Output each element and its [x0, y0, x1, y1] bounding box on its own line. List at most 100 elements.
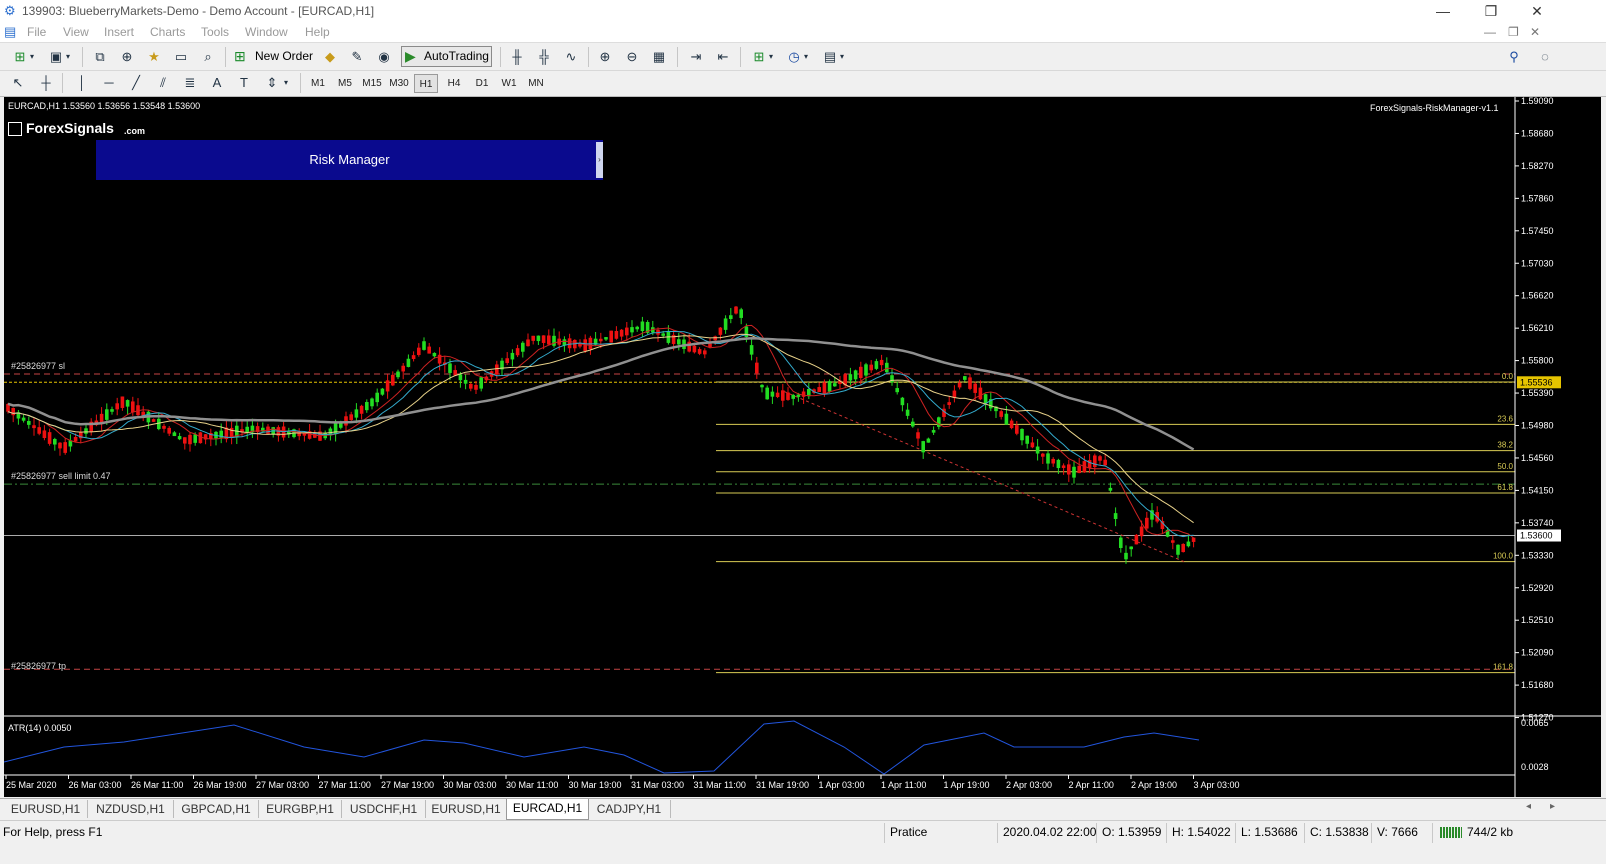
- new-chart-icon[interactable]: ⊞: [10, 47, 30, 66]
- cursor-icon[interactable]: ↖: [8, 73, 28, 92]
- gold-icon[interactable]: ◆: [320, 47, 340, 66]
- timeframe-w1[interactable]: W1: [497, 74, 521, 93]
- timeframe-m1[interactable]: M1: [306, 74, 330, 93]
- candlestick-icon[interactable]: ╬: [534, 47, 554, 66]
- inner-close-button[interactable]: ✕: [1530, 25, 1540, 39]
- fib-trendline: [783, 391, 1185, 563]
- separator: [677, 47, 678, 67]
- candle-body: [552, 335, 556, 346]
- periods-icon[interactable]: ◷: [784, 47, 804, 66]
- close-button[interactable]: ✕: [1514, 0, 1560, 22]
- candle-body: [11, 408, 15, 416]
- menu-tools[interactable]: Tools: [201, 25, 229, 39]
- new-order-button[interactable]: New Order: [255, 47, 313, 66]
- metaeditor-icon[interactable]: ✎: [347, 47, 367, 66]
- chevron-down-icon[interactable]: ▾: [769, 47, 773, 66]
- tab-usdchf-h1[interactable]: USDCHF,H1: [342, 800, 426, 818]
- candle-body: [131, 401, 135, 413]
- bar-chart-icon[interactable]: ╫: [507, 47, 527, 66]
- templates-icon[interactable]: ▤: [820, 47, 840, 66]
- tab-scroll-left-icon[interactable]: ◂: [1526, 801, 1531, 812]
- timeframe-m5[interactable]: M5: [333, 74, 357, 93]
- minimize-button[interactable]: —: [1420, 0, 1466, 22]
- timeframe-d1[interactable]: D1: [470, 74, 494, 93]
- chevron-down-icon[interactable]: ▾: [66, 47, 70, 66]
- menu-view[interactable]: View: [63, 25, 89, 39]
- market-watch-icon[interactable]: ⧉: [90, 47, 110, 66]
- menu-window[interactable]: Window: [245, 25, 288, 39]
- candle-body: [1067, 464, 1071, 475]
- tab-nzdusd-h1[interactable]: NZDUSD,H1: [88, 800, 174, 818]
- price-chart[interactable]: 0.0 23.6 38.2 50.0 61.8 100.0 161.8 1.59090 1.5…: [4, 97, 1601, 797]
- candle-body: [1098, 456, 1102, 461]
- chevron-down-icon[interactable]: ▾: [284, 73, 288, 92]
- chevron-down-icon[interactable]: ▾: [804, 47, 808, 66]
- profiles-icon[interactable]: ▣: [46, 47, 66, 66]
- tab-eurusd-h1[interactable]: EURUSD,H1: [4, 800, 88, 818]
- candle-body: [365, 402, 369, 411]
- horizontal-line-icon[interactable]: ─: [99, 73, 119, 92]
- price-axis-label: 1.58680: [1521, 128, 1554, 138]
- crosshair-icon[interactable]: ⊕: [117, 47, 137, 66]
- navigator-icon[interactable]: ★: [144, 47, 164, 66]
- zoom-out-icon[interactable]: ⊖: [622, 47, 642, 66]
- autotrading-button[interactable]: ▶ AutoTrading: [401, 46, 492, 67]
- fibonacci-icon[interactable]: ≣: [180, 73, 200, 92]
- strategy-tester-icon[interactable]: ⌕: [198, 47, 218, 66]
- candle-body: [422, 341, 426, 350]
- timeframe-h1[interactable]: H1: [414, 74, 438, 93]
- candle-body: [687, 341, 691, 352]
- risk-manager-collapse-handle[interactable]: ›: [596, 142, 603, 178]
- candle-body: [697, 349, 702, 354]
- candle-body: [739, 309, 743, 318]
- risk-manager-button[interactable]: Risk Manager: [96, 140, 603, 180]
- chat-icon[interactable]: ◌: [1535, 47, 1555, 66]
- shapes-icon[interactable]: ⇕: [262, 73, 282, 92]
- terminal-icon[interactable]: ▭: [171, 47, 191, 66]
- chart-shift-icon[interactable]: ⇤: [713, 47, 733, 66]
- chevron-down-icon[interactable]: ▾: [30, 47, 34, 66]
- signals-icon[interactable]: ◉: [374, 47, 394, 66]
- candle-body: [505, 358, 509, 364]
- tile-windows-icon[interactable]: ▦: [649, 47, 669, 66]
- new-order-icon[interactable]: ⊞: [234, 47, 246, 66]
- chart-header: EURCAD,H1 1.53560 1.53656 1.53548 1.5360…: [8, 101, 200, 111]
- search-icon[interactable]: ⚲: [1504, 47, 1524, 66]
- timeframe-mn[interactable]: MN: [524, 74, 548, 93]
- timeframe-m30[interactable]: M30: [387, 74, 411, 93]
- crosshair-tool-icon[interactable]: ┼: [36, 73, 56, 92]
- line-chart-icon[interactable]: ∿: [561, 47, 581, 66]
- inner-minimize-button[interactable]: —: [1484, 25, 1496, 39]
- auto-scroll-icon[interactable]: ⇥: [686, 47, 706, 66]
- text-label-icon[interactable]: T: [234, 73, 254, 92]
- text-tool-icon[interactable]: A: [207, 73, 227, 92]
- indicators-icon[interactable]: ⊞: [749, 47, 769, 66]
- timeframe-h4[interactable]: H4: [442, 74, 466, 93]
- candle-body: [853, 370, 858, 380]
- candle-body: [1087, 460, 1092, 468]
- restore-button[interactable]: ❐: [1468, 0, 1514, 22]
- menu-charts[interactable]: Charts: [150, 25, 185, 39]
- timeframe-m15[interactable]: M15: [360, 74, 384, 93]
- inner-restore-button[interactable]: ❐: [1508, 25, 1519, 39]
- tab-cadjpy-h1[interactable]: CADJPY,H1: [588, 800, 671, 818]
- menu-insert[interactable]: Insert: [104, 25, 134, 39]
- menu-help[interactable]: Help: [305, 25, 330, 39]
- tab-eurusd-h1-2[interactable]: EURUSD,H1: [426, 800, 507, 818]
- tab-gbpcad-h1[interactable]: GBPCAD,H1: [174, 800, 259, 818]
- tab-eurgbp-h1[interactable]: EURGBP,H1: [259, 800, 342, 818]
- candle-body: [848, 374, 853, 381]
- candle-body: [47, 432, 52, 444]
- chart-canvas[interactable]: 0.0 23.6 38.2 50.0 61.8 100.0 161.8 1.59090 1.5…: [4, 97, 1601, 797]
- logo-mark: [8, 122, 22, 136]
- zoom-in-icon[interactable]: ⊕: [595, 47, 615, 66]
- channel-icon[interactable]: ⫽: [153, 73, 173, 92]
- candle-body: [604, 337, 608, 340]
- menu-file[interactable]: File: [27, 25, 46, 39]
- tab-scroll-right-icon[interactable]: ▸: [1550, 801, 1555, 812]
- title-bar: ⚙ 139903: BlueberryMarkets-Demo - Demo A…: [0, 0, 1606, 22]
- vertical-line-icon[interactable]: │: [72, 73, 92, 92]
- tab-eurcad-h1[interactable]: EURCAD,H1: [506, 799, 589, 820]
- chevron-down-icon[interactable]: ▾: [840, 47, 844, 66]
- trendline-icon[interactable]: ╱: [126, 73, 146, 92]
